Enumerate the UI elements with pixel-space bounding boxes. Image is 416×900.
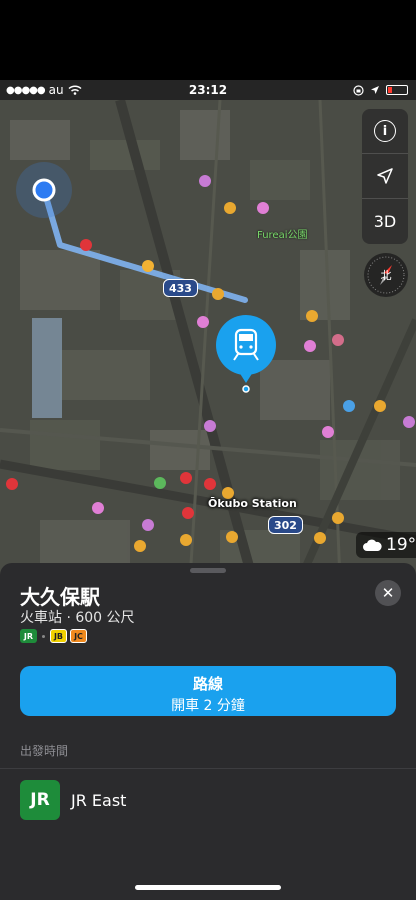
- sheet-grabber[interactable]: [190, 568, 226, 573]
- station-map-label[interactable]: Ōkubo Station: [208, 497, 297, 510]
- jr-line-badge: JR: [20, 629, 37, 643]
- operator-row[interactable]: JR JR East: [20, 780, 126, 820]
- location-arrow-icon: [371, 86, 379, 94]
- map-view[interactable]: 433 302 Fureai公園 Ōkubo Station: [0, 100, 416, 580]
- location-arrow-icon: [377, 168, 393, 184]
- park-label: Fureai公園: [257, 230, 308, 241]
- place-subtitle: 火車站 · 600 公尺: [20, 610, 135, 626]
- line-badges: JR JB JC: [20, 629, 87, 643]
- place-card: 大久保駅 火車站 · 600 公尺 ✕ JR JB JC 路線 開車 2 分鐘 …: [0, 563, 416, 900]
- road-badge-302: 302: [268, 516, 303, 534]
- jr-east-logo: JR: [20, 780, 60, 820]
- close-button[interactable]: ✕: [375, 580, 401, 606]
- screen-lock-icon: [353, 84, 364, 96]
- directions-eta: 開車 2 分鐘: [171, 698, 245, 714]
- jb-line-badge: JB: [50, 629, 67, 643]
- separator-dot: [42, 634, 45, 638]
- departures-header: 出發時間: [20, 744, 69, 758]
- jc-line-badge: JC: [70, 629, 87, 643]
- directions-label: 路線: [192, 675, 223, 693]
- cloud-icon: [363, 539, 382, 551]
- compass-button[interactable]: 北: [364, 253, 408, 297]
- track-location-button[interactable]: [362, 154, 408, 199]
- operator-name: JR East: [71, 790, 127, 810]
- status-right: [353, 84, 408, 96]
- compass-label: 北: [380, 269, 392, 282]
- weather-indicator: 19°: [356, 532, 416, 558]
- divider: [0, 768, 416, 769]
- place-title: 大久保駅: [20, 585, 100, 609]
- info-button[interactable]: i: [362, 109, 408, 154]
- map-controls: i 3D: [362, 109, 408, 244]
- close-icon: ✕: [381, 584, 395, 602]
- 3d-view-button[interactable]: 3D: [362, 199, 408, 244]
- directions-button[interactable]: 路線 開車 2 分鐘: [20, 666, 396, 716]
- temperature: 19°: [386, 535, 416, 555]
- status-bar: ●●●●● au 23:12: [0, 80, 416, 100]
- road-badge-433: 433: [163, 279, 198, 297]
- battery-icon: [386, 85, 408, 95]
- info-icon: i: [374, 120, 396, 142]
- home-indicator[interactable]: [135, 885, 281, 890]
